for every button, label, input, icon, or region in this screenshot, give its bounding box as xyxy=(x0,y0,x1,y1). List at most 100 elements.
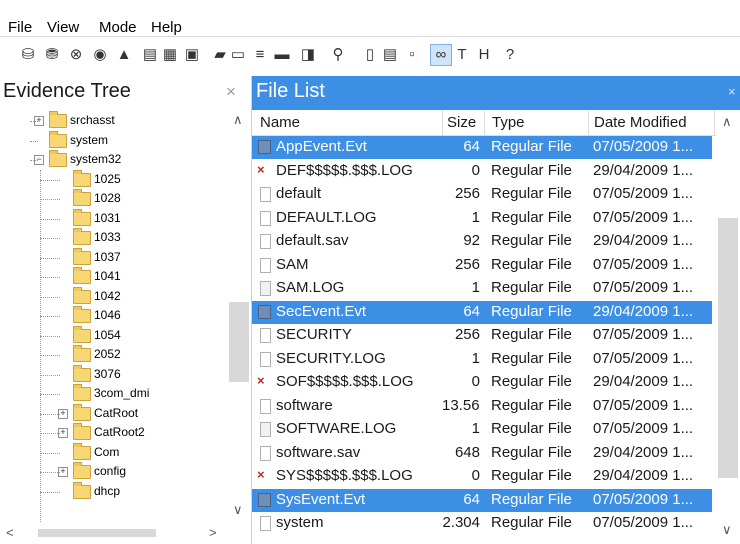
log-file-icon xyxy=(260,281,271,296)
folder-icon xyxy=(49,150,67,167)
file-list-vertical-scrollbar[interactable]: ∧ ∨ xyxy=(716,110,740,544)
file-row[interactable]: SOFTWARE.LOG 1 Regular File 07/05/2009 1... xyxy=(252,418,712,441)
tree-item-label: system xyxy=(70,132,109,147)
column-type[interactable]: Type xyxy=(492,114,525,131)
folder-icon xyxy=(73,384,91,401)
file-type: Regular File xyxy=(491,232,572,249)
tree-item-label: CatRoot xyxy=(94,405,139,420)
folder-icon xyxy=(73,228,91,245)
export-icon[interactable]: ◨ xyxy=(298,45,318,65)
file-row[interactable]: software 13.568 Regular File 07/05/2009 1..… xyxy=(252,395,712,418)
file-date-modified: 07/05/2009 1... xyxy=(593,208,694,226)
file-row[interactable]: × SYS$$$$$.$$$.LOG 0 Regular File 29/04/2009… xyxy=(252,465,712,488)
tree-item-label: system32 xyxy=(70,152,122,166)
file-row[interactable]: × DEF$$$$$.$$$.LOG 0 Regular File 29/04/2009… xyxy=(252,160,712,183)
add-image-icon[interactable]: ⛃ xyxy=(42,45,62,65)
tree-item-label: 1046 xyxy=(94,308,121,322)
column-size[interactable]: Size xyxy=(447,114,476,131)
file-size: 256 xyxy=(454,185,480,202)
evidence-tree-header: Evidence Tree × xyxy=(0,76,252,111)
scroll-down-icon[interactable]: ∨ xyxy=(233,502,243,518)
file-row[interactable]: AppEvent.Evt 64 Regular File 07/05/2009 1..… xyxy=(252,136,712,159)
auto-view-icon[interactable]: ∞ xyxy=(430,44,452,66)
image-icon[interactable]: ▣ xyxy=(182,45,202,65)
file-icon xyxy=(260,516,271,531)
file-type: Regular File xyxy=(491,349,572,367)
file-list-close-icon[interactable]: × xyxy=(728,84,736,99)
folder-icon xyxy=(73,325,91,343)
tree-item-label: 1033 xyxy=(94,230,121,244)
file-icon xyxy=(260,257,271,273)
file-row[interactable]: default 256 Regular File 07/05/2009 1... xyxy=(252,183,712,206)
column-date-modified[interactable]: Date Modified xyxy=(594,114,687,131)
column-name[interactable]: Name xyxy=(260,114,300,131)
print-icon[interactable]: ▭ xyxy=(228,45,248,65)
file-date-modified: 07/05/2009 1... xyxy=(593,326,694,343)
file-row[interactable]: SECURITY.LOG 1 Regular File 07/05/2009 1... xyxy=(252,348,712,371)
file-size: 1 xyxy=(471,279,480,296)
file-date-modified: 29/04/2009 1... xyxy=(593,373,694,390)
help-icon[interactable]: ? xyxy=(500,45,520,65)
file-row[interactable]: SecEvent.Evt 64 Regular File 29/04/2009 1..… xyxy=(252,300,712,324)
deleted-file-icon: × xyxy=(257,161,265,177)
tree-item-label: dhcp xyxy=(94,483,121,498)
file-date-modified: 29/04/2009 1... xyxy=(593,232,694,249)
file-size: 648 xyxy=(454,443,480,461)
folder-open-icon[interactable]: ▰ xyxy=(210,45,230,65)
scroll-left-icon[interactable]: < xyxy=(6,525,14,540)
file-date-modified: 07/05/2009 1... xyxy=(593,138,694,155)
menu-mode[interactable]: Mode xyxy=(99,19,137,36)
evidence-tree: + srchasst system − system32 1025 1028 1031 1033… xyxy=(0,110,252,544)
hex-view-icon[interactable]: H xyxy=(474,45,494,65)
file-row[interactable]: SAM 256 Regular File 07/05/2009 1... xyxy=(252,254,712,277)
file-name: SysEvent.Evt xyxy=(276,490,366,508)
evidence-tree-scroll-thumb[interactable] xyxy=(229,302,249,382)
scroll-right-icon[interactable]: > xyxy=(209,525,217,540)
folder-icon xyxy=(73,169,91,187)
evidence-tree-horizontal-scrollbar[interactable]: < > xyxy=(0,522,251,544)
tree-item-label: 2052 xyxy=(94,347,121,361)
add-evidence-icon[interactable]: ⛁ xyxy=(18,45,38,65)
file-date-modified: 07/05/2009 1... xyxy=(593,279,694,296)
file-type: Regular File xyxy=(491,138,572,155)
menu-view[interactable]: View xyxy=(47,19,79,36)
blank-page-icon[interactable]: ▫ xyxy=(402,45,422,65)
file-row[interactable]: system 2.304 Regular File 07/05/2009 1... xyxy=(252,512,712,535)
evidence-tree-hscroll-thumb[interactable] xyxy=(38,529,156,537)
evidence-tree-vertical-scrollbar[interactable]: ∧ ∨ xyxy=(227,110,251,522)
file-size: 0 xyxy=(471,161,480,179)
file-list-title: File List xyxy=(256,80,325,102)
hat-icon[interactable]: ▲ xyxy=(114,45,134,65)
device-icon[interactable]: ▤ xyxy=(140,45,160,65)
evidence-tree-close-icon[interactable]: × xyxy=(226,82,236,102)
file-row[interactable]: SAM.LOG 1 Regular File 07/05/2009 1... xyxy=(252,277,712,300)
file-row[interactable]: SECURITY 256 Regular File 07/05/2009 1... xyxy=(252,324,712,347)
save-icon[interactable]: ▦ xyxy=(160,45,180,65)
file-type: Regular File xyxy=(491,302,572,320)
file-row[interactable]: DEFAULT.LOG 1 Regular File 07/05/2009 1... xyxy=(252,207,712,230)
scroll-down-icon[interactable]: ∨ xyxy=(722,522,732,538)
file-row[interactable]: × SOF$$$$$.$$$.LOG 0 Regular File 29/04/2009… xyxy=(252,371,712,394)
hash-icon[interactable]: ≡ xyxy=(250,45,270,65)
ruler-icon[interactable]: ▬ xyxy=(272,45,292,65)
scroll-up-icon[interactable]: ∧ xyxy=(722,114,732,130)
file-row[interactable]: default.sav 92 Regular File 29/04/2009 1... xyxy=(252,230,712,253)
page-icon[interactable]: ▯ xyxy=(360,45,380,65)
key-icon[interactable]: ⚲ xyxy=(328,45,348,65)
file-row[interactable]: SysEvent.Evt 64 Regular File 07/05/2009 1..… xyxy=(252,488,712,512)
file-size: 64 xyxy=(463,302,480,320)
menu-file[interactable]: File xyxy=(8,19,32,36)
document-icon[interactable]: ▤ xyxy=(380,45,400,65)
menu-help[interactable]: Help xyxy=(151,19,182,36)
file-size: 256 xyxy=(454,255,480,273)
file-row[interactable]: software.sav 648 Regular File 29/04/2009 1.… xyxy=(252,442,712,465)
file-size: 64 xyxy=(463,138,480,155)
scroll-up-icon[interactable]: ∧ xyxy=(233,112,243,128)
file-icon xyxy=(260,187,271,202)
file-list-scroll-thumb[interactable] xyxy=(718,218,738,478)
text-view-icon[interactable]: T xyxy=(452,45,472,65)
view-icon[interactable]: ◉ xyxy=(90,45,110,65)
file-type: Regular File xyxy=(491,443,572,461)
file-type: Regular File xyxy=(491,420,572,437)
remove-evidence-icon[interactable]: ⊗ xyxy=(66,45,86,65)
